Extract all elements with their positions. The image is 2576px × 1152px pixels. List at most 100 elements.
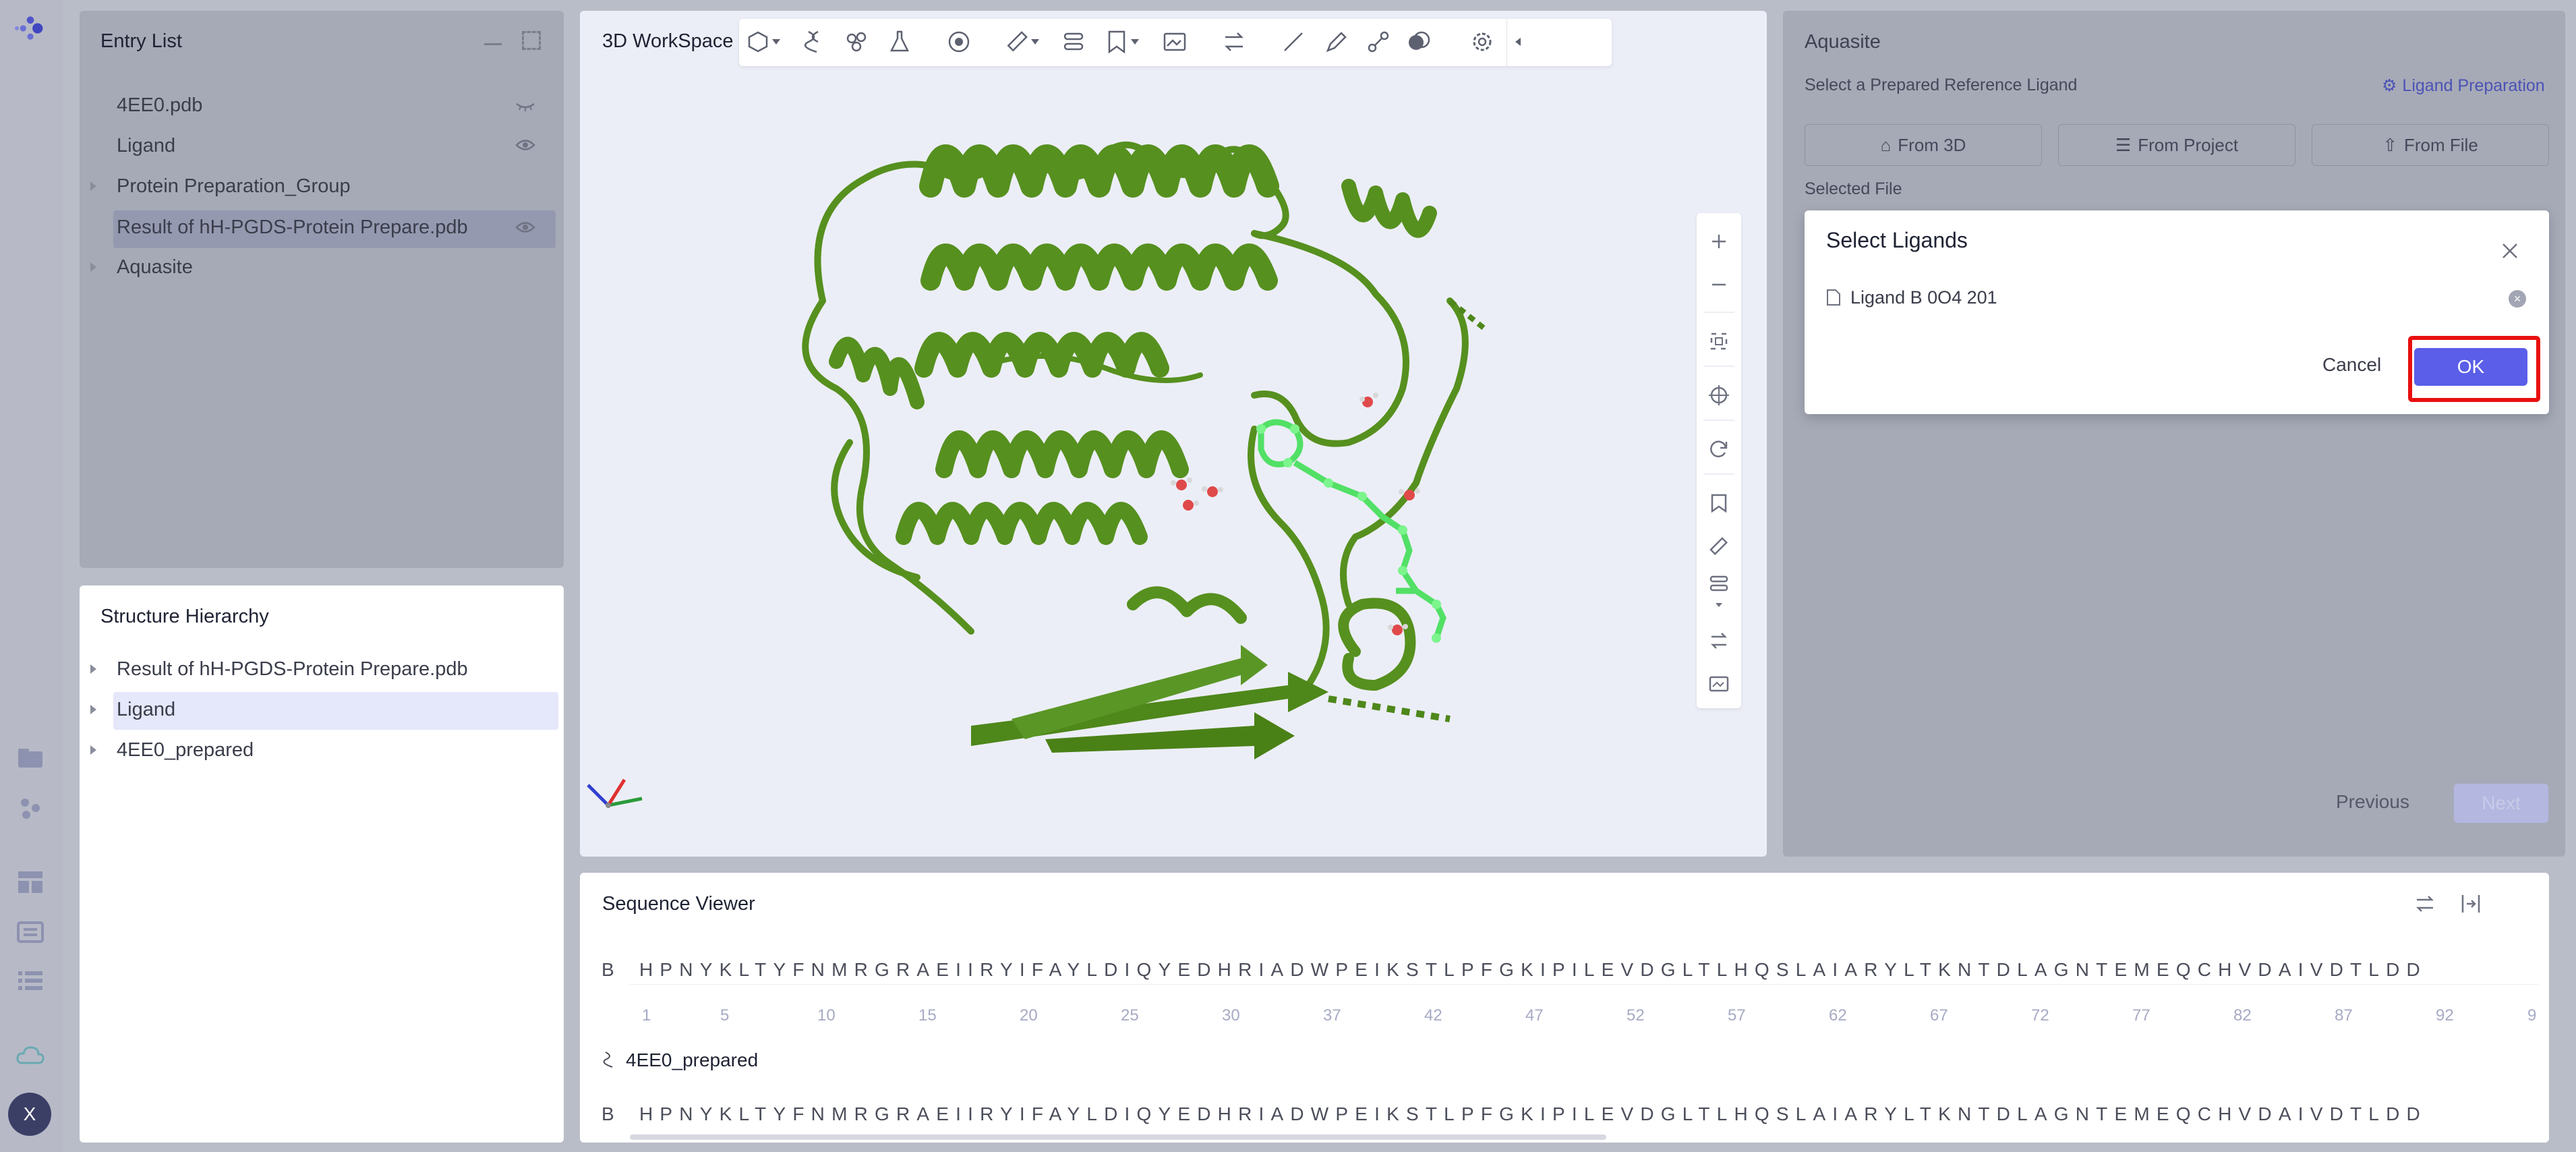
tick-label: 42 — [1424, 1006, 1442, 1025]
expand-arrow-icon[interactable] — [90, 745, 96, 755]
remove-ligand-icon[interactable]: × — [2509, 290, 2526, 308]
from-3d-button[interactable]: ⌂ From 3D — [1805, 124, 2042, 166]
tick-label: 9 — [2527, 1006, 2537, 1025]
cancel-button[interactable]: Cancel — [2322, 354, 2381, 376]
select-ligands-dialog: Select Ligands Ligand B 0O4 201 × Cancel… — [1805, 210, 2549, 414]
next-button[interactable]: Next — [2454, 784, 2548, 823]
chain-label: B — [602, 1103, 614, 1124]
tick-label: 62 — [1829, 1006, 1847, 1025]
image-export-icon[interactable] — [1697, 664, 1741, 704]
structure-hierarchy-panel: Structure Hierarchy Result of hH-PGDS-Pr… — [80, 585, 564, 1143]
app-logo-icon[interactable] — [15, 15, 46, 42]
view-toolbar — [1697, 213, 1741, 708]
from-file-button[interactable]: ⇧ From File — [2312, 124, 2549, 166]
axis-gizmo — [587, 778, 643, 808]
beta-sheet-arrow — [1012, 645, 1268, 739]
zoom-in-icon[interactable] — [1697, 221, 1741, 262]
entry-list-panel: Entry List 4EE0.pdb Ligand Protein Prepa… — [80, 11, 564, 568]
aquasite-panel: Aquasite Select a Prepared Reference Lig… — [1783, 11, 2565, 857]
dashed-backbone — [1448, 298, 1486, 330]
eye-icon[interactable] — [515, 220, 535, 235]
expand-arrow-icon[interactable] — [90, 181, 96, 191]
entry-item-aquasite[interactable]: Aquasite — [117, 256, 193, 279]
expand-arrow-icon[interactable] — [90, 262, 96, 272]
swap-icon[interactable] — [2414, 893, 2436, 915]
bookmark-add-icon[interactable] — [1697, 483, 1741, 523]
aquasite-title: Aquasite — [1805, 31, 1881, 53]
route-icon[interactable] — [1697, 568, 1741, 600]
tick-label: 72 — [2031, 1006, 2049, 1025]
ligand-preparation-link[interactable]: ⚙ Ligand Preparation — [2382, 76, 2545, 96]
list-icon: ☰ — [2115, 134, 2132, 155]
protein-ribbon — [802, 141, 1469, 691]
dashed-backbone — [1328, 695, 1451, 722]
protein-3d-viewer[interactable] — [580, 11, 1767, 857]
expand-arrow-icon[interactable] — [90, 705, 96, 714]
chevron-down-icon[interactable] — [1697, 598, 1741, 612]
layout-icon[interactable] — [15, 869, 46, 896]
entry-item-result-pdb[interactable]: Result of hH-PGDS-Protein Prepare.pdb — [117, 217, 468, 239]
ligand-prep-label: Ligand Preparation — [2402, 76, 2545, 95]
tick-label: 67 — [1930, 1006, 1948, 1025]
sequence-viewer-panel: Sequence Viewer B HPNYKLTYFNMRGRAEIIRYIF… — [580, 873, 2549, 1143]
toolbar-divider — [1703, 420, 1734, 421]
structure-hierarchy-title: Structure Hierarchy — [100, 606, 269, 627]
hierarchy-item-selected-bg — [113, 692, 558, 730]
expand-arrow-icon[interactable] — [90, 664, 96, 674]
align-icon[interactable] — [2460, 893, 2482, 915]
molecule-tools-icon[interactable] — [15, 795, 46, 822]
sequence-ticks: 1 5 10 15 20 25 30 37 42 47 52 57 62 67 … — [580, 1006, 2538, 1029]
center-icon[interactable] — [1697, 375, 1741, 415]
sequence-track[interactable]: HPNYKLTYFNMRGRAEIIRYIFAYLDIQYEDHRIADWPEI… — [630, 954, 2538, 985]
select-reference-label: Select a Prepared Reference Ligand — [1805, 76, 2078, 94]
workspace-panel: 3D WorkSpace — [580, 11, 1767, 857]
dna-icon — [603, 1051, 615, 1068]
horizontal-scrollbar[interactable] — [630, 1134, 1606, 1140]
sequence-track[interactable]: HPNYKLTYFNMRGRAEIIRYIFAYLDIQYEDHRIADWPEI… — [630, 1098, 2538, 1129]
entry-item-ligand[interactable]: Ligand — [117, 135, 175, 157]
rotate-icon[interactable] — [1697, 429, 1741, 469]
user-avatar[interactable]: X — [8, 1093, 51, 1136]
swap-icon[interactable] — [1697, 621, 1741, 661]
ruler-icon[interactable] — [1697, 526, 1741, 567]
tick-label: 57 — [1728, 1006, 1746, 1025]
tick-label: 10 — [817, 1006, 836, 1025]
dialog-title: Select Ligands — [1826, 228, 1968, 252]
hierarchy-item-4ee0-prepared[interactable]: 4EE0_prepared — [117, 739, 254, 761]
list-icon[interactable] — [15, 967, 46, 994]
eye-hidden-icon[interactable] — [515, 100, 535, 112]
entry-list-title: Entry List — [100, 30, 182, 52]
chain-label: B — [602, 959, 614, 980]
fit-view-icon[interactable] — [1697, 321, 1741, 362]
entry-item-4ee0[interactable]: 4EE0.pdb — [117, 94, 202, 117]
cube-icon: ⌂ — [1880, 134, 1892, 155]
hierarchy-item-ligand[interactable]: Ligand — [117, 699, 175, 721]
previous-button[interactable]: Previous — [2336, 791, 2409, 813]
tick-label: 25 — [1121, 1006, 1139, 1025]
close-icon[interactable] — [2500, 241, 2519, 260]
group-label: 4EE0_prepared — [626, 1049, 759, 1070]
tick-label: 37 — [1323, 1006, 1341, 1025]
hierarchy-item-result-pdb[interactable]: Result of hH-PGDS-Protein Prepare.pdb — [117, 658, 468, 681]
from-file-label: From File — [2404, 134, 2478, 155]
cloud-icon[interactable] — [15, 1041, 46, 1068]
tick-label: 52 — [1627, 1006, 1645, 1025]
tick-label: 1 — [642, 1006, 651, 1025]
tick-label: 82 — [2233, 1006, 2252, 1025]
folder-icon[interactable] — [15, 745, 46, 772]
ligand-item-label: Ligand B 0O4 201 — [1850, 287, 1997, 308]
from-project-label: From Project — [2138, 134, 2239, 155]
ok-button[interactable]: OK — [2414, 348, 2527, 386]
zoom-out-icon[interactable] — [1697, 264, 1741, 305]
tick-label: 20 — [1020, 1006, 1038, 1025]
eye-icon[interactable] — [515, 138, 535, 152]
sequence-viewer-title: Sequence Viewer — [602, 893, 755, 915]
toolbar-divider — [1703, 366, 1734, 367]
entry-item-protein-prep-group[interactable]: Protein Preparation_Group — [117, 175, 351, 198]
left-rail: X — [0, 0, 63, 1152]
toolbar-divider — [1703, 312, 1734, 313]
list-card-icon[interactable] — [15, 919, 46, 946]
expand-icon[interactable] — [522, 31, 541, 50]
from-project-button[interactable]: ☰ From Project — [2058, 124, 2295, 166]
minimize-icon[interactable] — [484, 43, 502, 45]
